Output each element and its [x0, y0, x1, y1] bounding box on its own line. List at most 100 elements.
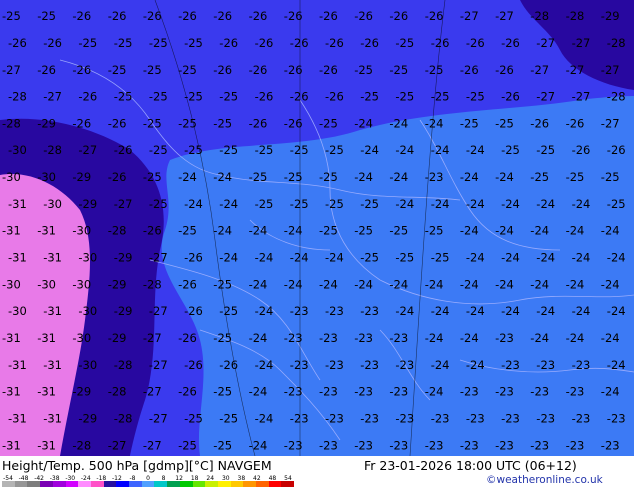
temperature-label: -26	[466, 36, 485, 50]
temperature-label: -24	[213, 224, 232, 238]
temperature-label: -23	[389, 438, 408, 452]
temperature-label: -24	[536, 251, 555, 265]
temperature-label: -23	[466, 412, 485, 426]
temperature-label: -23	[530, 385, 549, 399]
temperature-label: -24	[601, 277, 620, 291]
temperature-label: -23	[325, 358, 344, 372]
colorbar-swatch	[40, 481, 53, 487]
temperature-label: -25	[255, 197, 274, 211]
temperature-label: -24	[249, 331, 268, 345]
temperature-label: -24	[395, 143, 414, 157]
colorbar-swatch	[179, 481, 193, 487]
temperature-label: -26	[213, 9, 232, 23]
temperature-label: -24	[425, 277, 444, 291]
temperature-label: -25	[108, 63, 127, 77]
temperature-label: -25	[114, 90, 133, 104]
temperature-label: -23	[495, 331, 514, 345]
temperature-label: -25	[178, 63, 197, 77]
temperature-label: -24	[607, 304, 626, 318]
temperature-label: -27	[572, 36, 591, 50]
temperature-label: -25	[354, 63, 373, 77]
temperature-label: -27	[536, 36, 555, 50]
temperature-label: -31	[37, 331, 56, 345]
temperature-label: -28	[143, 277, 162, 291]
temperature-label: -24	[566, 224, 585, 238]
temperature-label: -26	[43, 36, 62, 50]
temperature-label: -25	[530, 170, 549, 184]
temperature-label: -29	[108, 331, 127, 345]
temperature-label: -23	[284, 385, 303, 399]
temperature-label: -29	[78, 412, 97, 426]
temperature-label: -25	[184, 412, 203, 426]
temperature-label: -24	[213, 170, 232, 184]
temperature-label: -25	[325, 197, 344, 211]
temperature-label: -26	[325, 90, 344, 104]
temperature-label: -23	[284, 438, 303, 452]
temperature-label: -25	[178, 438, 197, 452]
temperature-label: -31	[2, 224, 21, 238]
temperature-label: -23	[530, 438, 549, 452]
temperature-label: -24	[290, 251, 309, 265]
temperature-label: -25	[213, 331, 232, 345]
colorbar	[2, 481, 295, 487]
temperature-label: -23	[501, 358, 520, 372]
temperature-label: -25	[389, 63, 408, 77]
temperature-label: -26	[572, 143, 591, 157]
temperature-label: -25	[319, 224, 338, 238]
colorbar-swatch	[14, 481, 28, 487]
temperature-label: -25	[601, 170, 620, 184]
temperature-label: -29	[108, 277, 127, 291]
temperature-label: -31	[43, 358, 62, 372]
temperature-label: -25	[213, 385, 232, 399]
temperature-label: -24	[284, 277, 303, 291]
temperature-label: -24	[460, 331, 479, 345]
temperature-label: -26	[255, 36, 274, 50]
temperature-label: -26	[607, 143, 626, 157]
temperature-label: -23	[354, 438, 373, 452]
temperature-label: -26	[284, 9, 303, 23]
temperature-label: -25	[219, 304, 238, 318]
temperature-label: -26	[178, 331, 197, 345]
temperature-label: -23	[536, 358, 555, 372]
colorbar-swatch	[243, 481, 257, 487]
colorbar-swatch	[256, 481, 269, 487]
copyright-link[interactable]: ©weatheronline.co.uk	[486, 474, 603, 486]
temperature-label: -24	[255, 358, 274, 372]
temperature-label: -23	[572, 358, 591, 372]
temperature-label: -23	[460, 385, 479, 399]
temperature-label: -26	[460, 63, 479, 77]
temperature-label: -26	[184, 358, 203, 372]
temperature-label: -24	[395, 304, 414, 318]
temperature-label: -28	[8, 90, 27, 104]
temperature-label: -29	[72, 170, 91, 184]
temperature-label: -26	[213, 63, 232, 77]
temperature-label: -26	[178, 385, 197, 399]
temperature-label: -25	[395, 90, 414, 104]
temperature-label: -27	[530, 63, 549, 77]
temperature-label: -25	[178, 224, 197, 238]
temperature-label: -25	[354, 224, 373, 238]
temperature-label: -25	[149, 197, 168, 211]
temperature-label: -30	[8, 304, 27, 318]
temperature-label: -25	[319, 116, 338, 130]
temperature-label: -23	[319, 438, 338, 452]
temperature-label: -28	[108, 385, 127, 399]
temperature-label: -26	[72, 63, 91, 77]
temperature-label: -24	[319, 277, 338, 291]
temperature-label: -24	[255, 304, 274, 318]
temperature-label: -24	[431, 143, 450, 157]
colorbar-swatch	[205, 481, 218, 487]
temperature-label: -26	[325, 36, 344, 50]
temperature-label: -29	[37, 116, 56, 130]
temperature-label: -25	[213, 116, 232, 130]
temperature-label: -25	[290, 197, 309, 211]
temperature-label: -25	[78, 36, 97, 50]
temperature-label: -23	[360, 304, 379, 318]
temperature-label: -24	[601, 224, 620, 238]
temperature-label: -23	[536, 412, 555, 426]
temperature-label: -23	[319, 385, 338, 399]
temperature-label: -27	[143, 385, 162, 399]
colorbar-swatch	[116, 481, 130, 487]
temperature-label: -27	[78, 143, 97, 157]
temperature-label: -25	[213, 438, 232, 452]
